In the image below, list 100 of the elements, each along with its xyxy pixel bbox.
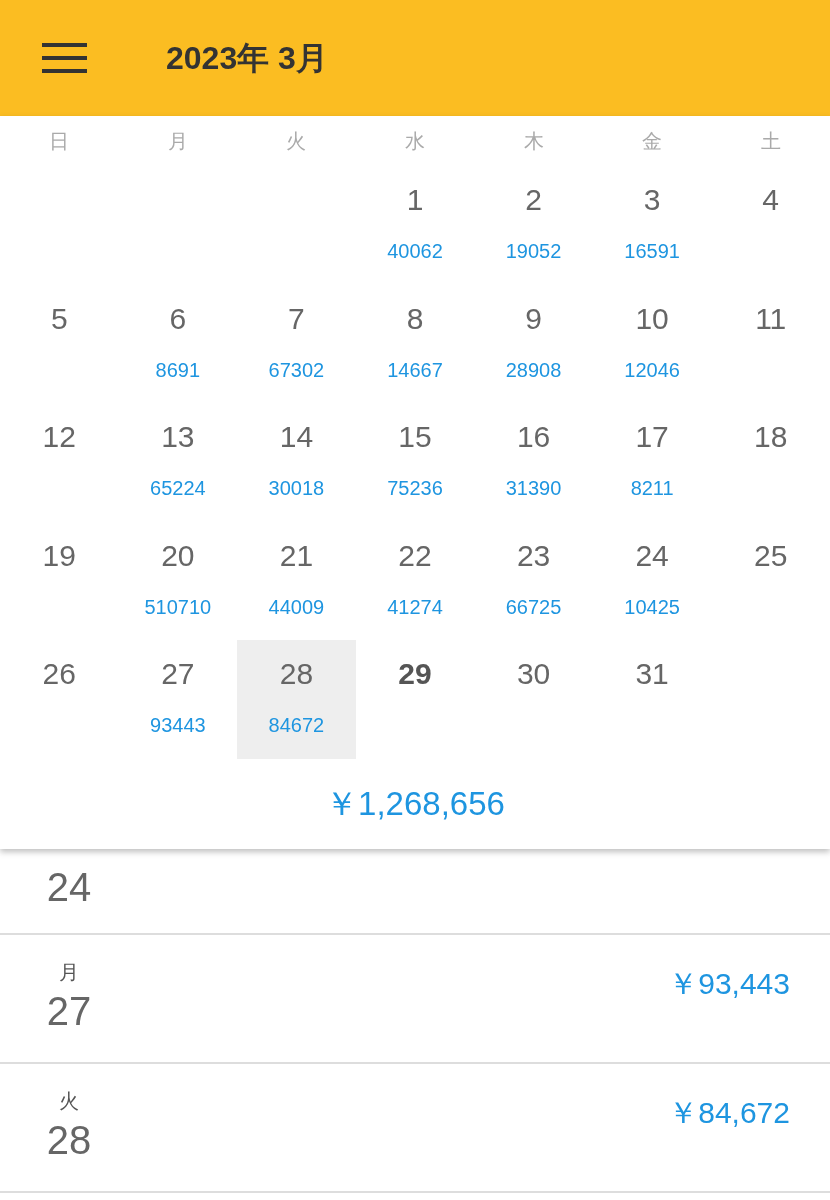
day-number: 7 bbox=[288, 300, 305, 337]
day-number: 31 bbox=[635, 656, 669, 692]
calendar-day[interactable]: 20 510710 bbox=[118, 521, 238, 640]
calendar-day[interactable]: 4 bbox=[711, 166, 830, 285]
calendar-day[interactable]: 1 40062 bbox=[355, 166, 475, 285]
calendar-day[interactable]: 17 8211 bbox=[592, 403, 712, 522]
weekday-label: 土 bbox=[759, 129, 782, 154]
calendar-day[interactable]: 15 75236 bbox=[355, 403, 475, 522]
weekday-label: 水 bbox=[404, 129, 426, 154]
day-number: 9 bbox=[525, 300, 542, 337]
day-number: 12 bbox=[42, 419, 76, 455]
calendar-day[interactable]: 12 bbox=[0, 403, 119, 522]
day-amount: 65224 bbox=[150, 476, 206, 501]
day-amount: 41274 bbox=[387, 594, 443, 620]
day-number: 10 bbox=[635, 300, 669, 337]
day-amount: 44009 bbox=[268, 594, 325, 620]
day-entry-row[interactable]: 24 bbox=[0, 848, 830, 935]
day-amount: 84672 bbox=[268, 713, 325, 738]
weekday-label: 月 bbox=[166, 129, 189, 154]
weekday-label: 日 bbox=[48, 129, 71, 154]
calendar-day[interactable]: 8 14667 bbox=[355, 284, 475, 403]
day-number: 6 bbox=[169, 300, 187, 337]
calendar-day[interactable]: 26 bbox=[0, 640, 119, 759]
day-number: 26 bbox=[42, 656, 76, 692]
day-amount: 19052 bbox=[505, 239, 562, 264]
day-amount: 93443 bbox=[150, 713, 206, 738]
calendar-day[interactable]: 3 16591 bbox=[592, 166, 712, 285]
day-number: 25 bbox=[754, 537, 788, 574]
day-number: 29 bbox=[398, 656, 432, 692]
calendar-day[interactable]: 18 bbox=[711, 403, 830, 522]
entry-amount: ￥84,672 bbox=[668, 1094, 790, 1131]
day-number: 21 bbox=[279, 537, 314, 574]
day-number: 19 bbox=[42, 537, 76, 574]
day-number: 8 bbox=[406, 300, 424, 337]
calendar-day[interactable]: 16 31390 bbox=[474, 403, 593, 522]
day-number: 27 bbox=[161, 656, 195, 692]
calendar-day[interactable]: 29 bbox=[355, 640, 475, 759]
calendar-day[interactable]: 14 30018 bbox=[237, 403, 356, 522]
month-total: ￥1,268,656 bbox=[325, 783, 505, 824]
day-number: 15 bbox=[398, 419, 432, 455]
day-number: 16 bbox=[516, 419, 551, 455]
day-number: 4 bbox=[762, 182, 780, 218]
day-amount: 8691 bbox=[155, 357, 201, 383]
calendar-day[interactable]: 24 10425 bbox=[592, 521, 712, 640]
calendar-day[interactable]: 23 66725 bbox=[474, 521, 593, 640]
weekday-label: 火 bbox=[285, 129, 308, 154]
day-number: 11 bbox=[755, 300, 787, 337]
calendar-day[interactable]: 10 12046 bbox=[592, 284, 712, 403]
day-amount: 510710 bbox=[144, 594, 212, 620]
day-number: 18 bbox=[754, 419, 788, 455]
day-number: 17 bbox=[635, 419, 669, 455]
day-number: 14 bbox=[279, 419, 314, 455]
calendar-day[interactable]: 6 8691 bbox=[118, 284, 238, 403]
day-amount: 8211 bbox=[630, 476, 674, 501]
day-amount: 30018 bbox=[268, 476, 325, 501]
day-amount: 40062 bbox=[387, 239, 443, 264]
day-number: 5 bbox=[50, 300, 68, 337]
day-number: 23 bbox=[516, 537, 551, 574]
entry-day: 28 bbox=[46, 1115, 92, 1164]
calendar-day[interactable]: 31 bbox=[592, 640, 712, 759]
day-number: 2 bbox=[525, 182, 542, 218]
calendar-day[interactable]: 9 28908 bbox=[474, 284, 593, 403]
calendar-day[interactable]: 5 bbox=[0, 284, 119, 403]
calendar-day[interactable]: 30 bbox=[474, 640, 593, 759]
day-amount: 16591 bbox=[624, 239, 680, 264]
weekday-label: 木 bbox=[522, 129, 545, 154]
day-amount: 67302 bbox=[268, 357, 325, 383]
day-number: 20 bbox=[161, 537, 195, 574]
entry-amount: ￥93,443 bbox=[668, 965, 790, 1002]
day-number: 30 bbox=[516, 656, 551, 692]
day-amount: 66725 bbox=[505, 594, 562, 620]
menu-icon[interactable] bbox=[42, 43, 87, 73]
calendar-day[interactable]: 25 bbox=[711, 521, 830, 640]
calendar-day[interactable]: 21 44009 bbox=[237, 521, 356, 640]
month-title: 2023年 3月 bbox=[166, 39, 328, 78]
weekday-label: 金 bbox=[641, 129, 664, 154]
calendar-day[interactable]: 7 67302 bbox=[237, 284, 356, 403]
day-entry-row[interactable]: 月 27 ￥93,443 bbox=[0, 934, 830, 1064]
calendar-day[interactable]: 2 19052 bbox=[474, 166, 593, 285]
calendar-day[interactable]: 27 93443 bbox=[118, 640, 238, 759]
entry-day: 27 bbox=[46, 986, 92, 1035]
day-number: 1 bbox=[406, 182, 424, 218]
day-amount: 14667 bbox=[387, 357, 443, 383]
day-amount: 28908 bbox=[505, 357, 562, 383]
day-number: 22 bbox=[398, 537, 432, 574]
calendar-day[interactable]: 19 bbox=[0, 521, 119, 640]
day-entry-row[interactable]: 火 28 ￥84,672 bbox=[0, 1063, 830, 1193]
calendar-day[interactable]: 22 41274 bbox=[355, 521, 475, 640]
day-number: 28 bbox=[279, 656, 314, 692]
calendar-day[interactable]: 11 bbox=[711, 284, 830, 403]
entry-day: 24 bbox=[46, 862, 92, 911]
calendar-day[interactable]: 28 84672 bbox=[237, 640, 356, 759]
day-amount: 31390 bbox=[505, 476, 562, 501]
day-number: 3 bbox=[643, 182, 661, 218]
day-amount: 10425 bbox=[624, 594, 680, 620]
day-amount: 75236 bbox=[387, 476, 443, 501]
entry-weekday: 月 bbox=[59, 959, 79, 985]
calendar-day[interactable]: 13 65224 bbox=[118, 403, 238, 522]
day-number: 13 bbox=[161, 419, 195, 455]
day-amount: 12046 bbox=[624, 357, 680, 383]
